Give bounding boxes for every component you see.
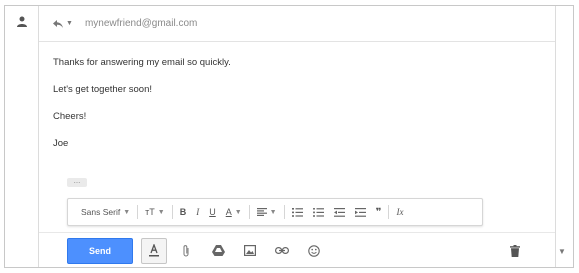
numbered-list-icon [291, 207, 303, 217]
text-color-icon: A [225, 207, 232, 217]
compose-actions-bar: Send ▼ [39, 232, 566, 268]
bulleted-list-icon [312, 207, 324, 217]
insert-emoji-button[interactable] [301, 238, 327, 264]
bold-button[interactable]: B [175, 202, 192, 222]
drive-icon [211, 245, 225, 256]
body-line-3: Cheers! [53, 111, 87, 122]
indent-less-button[interactable] [329, 202, 350, 222]
person-icon [15, 14, 29, 28]
right-margin [555, 6, 573, 267]
body-line-4: Joe [53, 138, 69, 149]
compose-header: ▼ mynewfriend@gmail.com [39, 6, 555, 42]
toolbar-divider [137, 205, 139, 219]
formatting-options-button[interactable] [141, 237, 167, 264]
discard-draft-button[interactable] [503, 238, 527, 264]
insert-link-button[interactable] [269, 238, 295, 264]
bulleted-list-button[interactable] [308, 202, 329, 222]
text-color-button[interactable]: A ▼ [221, 202, 247, 222]
toolbar-divider [171, 205, 173, 219]
reply-type-dropdown[interactable]: ▼ [53, 19, 73, 28]
align-left-icon [256, 208, 267, 216]
photo-icon [244, 245, 256, 256]
chevron-down-icon: ▼ [234, 208, 242, 216]
insert-drive-button[interactable] [205, 238, 231, 264]
toolbar-divider [248, 205, 250, 219]
attach-files-button[interactable] [173, 238, 199, 264]
show-trimmed-content-button[interactable]: ... [67, 177, 87, 187]
font-size-dropdown[interactable]: тT ▼ [140, 202, 170, 222]
quote-button[interactable]: ❞ [371, 202, 387, 222]
chevron-down-icon: ▼ [157, 208, 165, 216]
more-options-button[interactable]: ▼ [555, 238, 569, 264]
chevron-down-icon: ▼ [269, 208, 277, 216]
toolbar-divider [388, 205, 390, 219]
sender-column [5, 6, 39, 267]
trash-icon [510, 245, 520, 257]
indent-more-button[interactable] [350, 202, 371, 222]
insert-photo-button[interactable] [237, 238, 263, 264]
italic-button[interactable]: I [191, 202, 204, 222]
paperclip-icon [183, 245, 189, 257]
reply-icon [53, 19, 63, 28]
underline-button[interactable]: U [204, 202, 221, 222]
remove-formatting-icon: Ix [396, 207, 404, 217]
send-button[interactable]: Send [67, 237, 133, 264]
compose-area: ▼ mynewfriend@gmail.com Thanks for answe… [39, 6, 566, 268]
align-button[interactable]: ▼ [252, 202, 282, 222]
remove-formatting-button[interactable]: Ix [391, 202, 408, 222]
body-line-1: Thanks for answering my email so quickly… [53, 57, 231, 68]
text-formatting-icon [149, 244, 159, 257]
numbered-list-button[interactable] [287, 202, 308, 222]
indent-more-icon [354, 207, 366, 217]
formatting-toolbar: Sans Serif ▼ тT ▼ B I U A ▼ ▼ ❞ Ix [67, 198, 483, 226]
chevron-down-icon: ▼ [558, 246, 566, 256]
body-line-2: Let's get together soon! [53, 84, 152, 95]
smiley-icon [308, 244, 320, 257]
compose-window: ▼ mynewfriend@gmail.com Thanks for answe… [4, 5, 574, 268]
link-icon [275, 247, 289, 254]
chevron-down-icon: ▼ [123, 208, 131, 216]
chevron-down-icon: ▼ [66, 20, 73, 27]
font-size-label: тT [145, 207, 155, 217]
indent-less-icon [333, 207, 345, 217]
font-family-label: Sans Serif [81, 207, 121, 217]
font-family-dropdown[interactable]: Sans Serif ▼ [76, 202, 135, 222]
toolbar-divider [283, 205, 285, 219]
message-body[interactable]: Thanks for answering my email so quickly… [53, 56, 545, 164]
recipient-field[interactable]: mynewfriend@gmail.com [85, 18, 197, 29]
